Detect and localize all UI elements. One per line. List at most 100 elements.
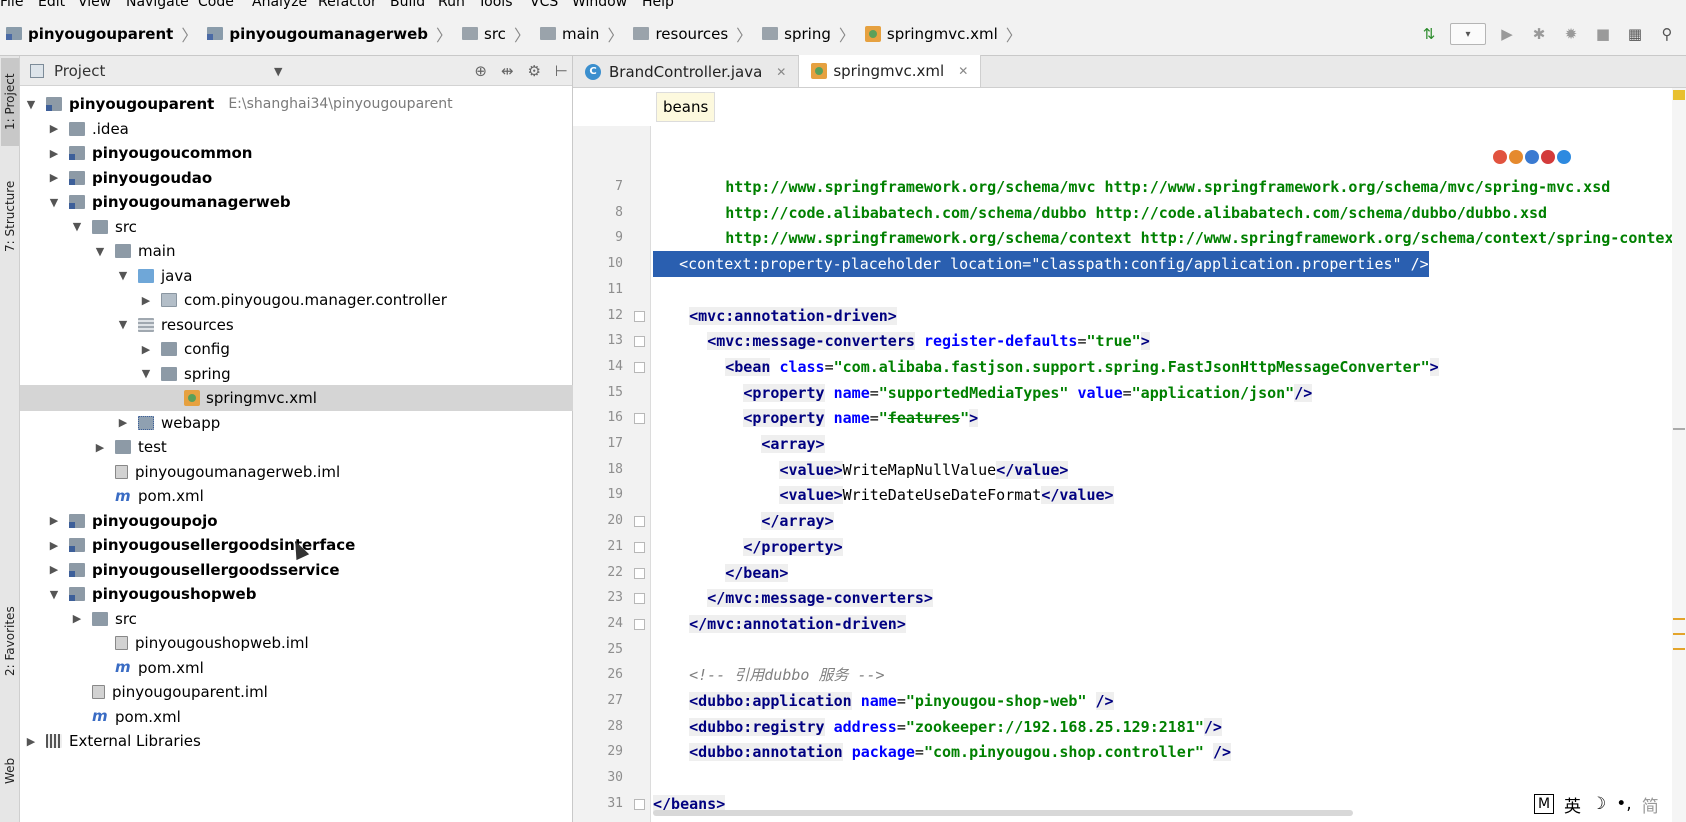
menu-item[interactable]: Help [642,0,674,10]
fold-marker-icon[interactable] [634,798,645,810]
expanded-arrow-icon[interactable]: ▼ [93,245,107,258]
expanded-arrow-icon[interactable]: ▼ [116,269,130,282]
expanded-arrow-icon[interactable]: ▼ [139,367,153,380]
tab-favorites[interactable]: 2: Favorites [1,586,19,696]
error-stripe[interactable] [1672,88,1686,822]
menu-item[interactable]: View [78,0,111,10]
collapsed-arrow-icon[interactable]: ▶ [93,441,107,454]
expanded-arrow-icon[interactable]: ▼ [47,588,61,601]
tree-node[interactable]: pinyougoumanagerweb.iml [20,459,573,485]
tree-node[interactable]: ▼ java [20,263,573,289]
tree-node[interactable]: ▼ pinyougoumanagerweb [20,189,573,215]
breadcrumb-item[interactable]: main 〉 [534,19,628,49]
tree-node[interactable]: m pom.xml [20,704,573,730]
tree-node[interactable]: ▶ .idea [20,116,573,142]
collapsed-arrow-icon[interactable]: ▶ [70,612,84,625]
fold-marker-icon[interactable] [634,593,645,605]
tree-node[interactable]: ▼ pinyougouparent E:\shanghai34\pinyougoup… [20,91,573,117]
expanded-arrow-icon[interactable]: ▼ [70,220,84,233]
menu-item[interactable]: Run [438,0,465,10]
opera-icon[interactable] [1541,150,1555,164]
fold-marker-icon[interactable] [634,310,645,322]
project-panel-title[interactable]: Project [54,62,105,80]
tree-node[interactable]: pinyougoushopweb.iml [20,630,573,656]
coverage-icon[interactable]: ✹ [1560,23,1582,45]
tree-node[interactable]: ▼ pinyougoushopweb [20,581,573,607]
chrome-icon[interactable] [1493,150,1507,164]
tree-node[interactable]: ▶ pinyougousellergoodsservice [20,557,573,583]
expanded-arrow-icon[interactable]: ▼ [116,318,130,331]
tree-node[interactable]: springmvc.xml [20,385,573,411]
tree-node[interactable]: ▶ test [20,434,573,460]
tree-node[interactable]: ▶ pinyougoupojo [20,508,573,534]
close-icon[interactable]: ✕ [958,64,968,78]
menu-item[interactable]: Tools [478,0,513,10]
tree-node[interactable]: ▶ webapp [20,410,573,436]
tree-node[interactable]: ▶ pinyougoudao [20,165,573,191]
hide-panel-icon[interactable]: ⊢ [555,62,568,80]
menu-item[interactable]: Navigate [126,0,189,10]
tree-node[interactable]: ▼ main [20,238,573,264]
fold-marker-icon[interactable] [634,541,645,553]
expanded-arrow-icon[interactable]: ▼ [24,98,38,111]
debug-icon[interactable]: ✱ [1528,23,1550,45]
editor-tab[interactable]: C BrandController.java ✕ [573,56,800,87]
fold-marker-icon[interactable] [634,361,645,373]
menu-item[interactable]: Code [198,0,234,10]
chevron-down-icon[interactable]: ▼ [274,65,282,78]
menu-item[interactable]: Refactor [318,0,377,10]
ime-mode[interactable]: M [1534,794,1554,814]
tree-node[interactable]: m pom.xml [20,483,573,509]
stop-icon[interactable]: ■ [1592,23,1614,45]
fold-marker-icon[interactable] [634,567,645,579]
collapsed-arrow-icon[interactable]: ▶ [47,171,61,184]
collapsed-arrow-icon[interactable]: ▶ [47,514,61,527]
firefox-icon[interactable] [1509,150,1523,164]
menu-item[interactable]: Analyze [252,0,307,10]
fold-marker-icon[interactable] [634,618,645,630]
tree-node[interactable]: pinyougouparent.iml [20,679,573,705]
safari-icon[interactable] [1525,150,1539,164]
ime-simplified-icon[interactable]: 简 [1642,792,1659,817]
menu-item[interactable]: Edit [38,0,65,10]
run-config-dropdown[interactable]: ▾ [1450,23,1486,45]
collapsed-arrow-icon[interactable]: ▶ [24,735,38,748]
collapse-all-icon[interactable]: ⇹ [501,62,514,80]
breadcrumb-item[interactable]: resources 〉 [627,19,756,49]
breadcrumb-item[interactable]: pinyougoumanagerweb 〉 [201,19,456,49]
menu-item[interactable]: File [0,0,23,10]
ie-icon[interactable] [1557,150,1571,164]
locate-icon[interactable]: ⊕ [474,62,487,80]
project-structure-icon[interactable]: ▦ [1624,23,1646,45]
tab-project[interactable]: 1: Project [1,58,19,146]
code-area[interactable]: http://www.springframework.org/schema/mv… [653,126,1673,822]
ime-moon-icon[interactable]: ☽ [1591,794,1606,814]
tree-node[interactable]: ▶ src [20,606,573,632]
tree-node[interactable]: ▼ spring [20,361,573,387]
tree-node[interactable]: ▶ External Libraries [20,728,573,754]
ime-language[interactable]: 英 [1564,792,1581,817]
tree-node[interactable]: ▼ src [20,214,573,240]
collapsed-arrow-icon[interactable]: ▶ [139,294,153,307]
tab-web[interactable]: Web [1,746,19,796]
xml-breadcrumb-popup[interactable]: beans [656,92,716,122]
editor-tab[interactable]: springmvc.xml ✕ [799,55,982,87]
collapsed-arrow-icon[interactable]: ▶ [47,122,61,135]
collapsed-arrow-icon[interactable]: ▶ [139,343,153,356]
collapsed-arrow-icon[interactable]: ▶ [47,539,61,552]
tree-node[interactable]: ▶ com.pinyougou.manager.controller [20,287,573,313]
fold-marker-icon[interactable] [634,516,645,528]
breadcrumb-item[interactable]: pinyougouparent 〉 [0,19,201,49]
collapsed-arrow-icon[interactable]: ▶ [116,416,130,429]
collapsed-arrow-icon[interactable]: ▶ [47,563,61,576]
breadcrumb-item[interactable]: spring 〉 [756,19,859,49]
horizontal-scrollbar[interactable] [653,810,1353,816]
ime-punct-icon[interactable]: •, [1616,794,1631,814]
breadcrumb-item[interactable]: src 〉 [456,19,534,49]
tree-node[interactable]: m pom.xml [20,655,573,681]
tree-node[interactable]: ▼ resources [20,312,573,338]
fold-marker-icon[interactable] [634,413,645,425]
menu-item[interactable]: Window [572,0,627,10]
tree-node[interactable]: ▶ pinyougoucommon [20,140,573,166]
collapsed-arrow-icon[interactable]: ▶ [47,147,61,160]
